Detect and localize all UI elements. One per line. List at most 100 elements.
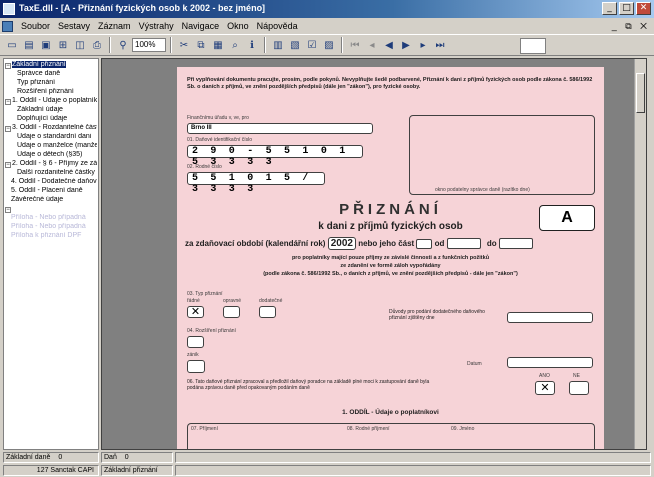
form-icon[interactable]: ▨	[321, 37, 337, 53]
intro-text: Při vyplňování dokumentu pracujte, prosí…	[187, 77, 593, 90]
scrollbar-thumb[interactable]	[636, 73, 645, 113]
save-icon[interactable]: ▣	[38, 37, 54, 53]
navigation-tree[interactable]: − Základní přiznání Správce daně Typ přizná…	[3, 58, 99, 450]
prev-page-icon[interactable]: ◂	[364, 37, 380, 53]
date-field[interactable]	[507, 357, 593, 368]
tax-office-field[interactable]: Brno III	[187, 123, 373, 134]
menu-help[interactable]: Nápověda	[253, 21, 302, 31]
birth-number-field[interactable]: 5 5 1 0 1 5 / 3 3 3 3	[187, 172, 325, 195]
tree-expander-icon[interactable]: −	[5, 126, 11, 132]
status-empty-2	[175, 465, 651, 476]
tree-item[interactable]: Základní údaje	[5, 106, 97, 115]
menu-window[interactable]: Okno	[223, 21, 253, 31]
tree-expander-icon[interactable]: −	[5, 99, 11, 105]
menu-warnings[interactable]: Výstrahy	[135, 21, 178, 31]
period-from-field[interactable]	[446, 238, 481, 250]
zoom-icon[interactable]: ⚲	[115, 37, 131, 53]
status-tax: Daň 0	[101, 452, 173, 463]
tree-item[interactable]: Údaje o standardní dani	[5, 133, 97, 142]
prev-icon[interactable]: ◀	[381, 37, 397, 53]
window-title: TaxE.dll - [A - Přiznání fyzických osob …	[19, 3, 266, 13]
save-as-icon[interactable]: ⊞	[55, 37, 71, 53]
tree-item[interactable]: Příloha k přiznání DPF	[5, 232, 97, 241]
reason-checkbox[interactable]	[187, 336, 204, 348]
birth-surname-col-label: 08. Rodné příjmení	[347, 426, 390, 432]
menu-record[interactable]: Záznam	[94, 21, 135, 31]
calendar-icon[interactable]: ▥	[270, 37, 286, 53]
zbox-label: zánik	[187, 352, 199, 358]
info-icon[interactable]: ℹ	[244, 37, 260, 53]
check-icon[interactable]: ☑	[304, 37, 320, 53]
no-label: NE	[573, 373, 580, 379]
tree-item-label: Závěrečné údaje	[11, 196, 64, 203]
cut-icon[interactable]: ✂	[176, 37, 192, 53]
tree-item[interactable]: − Základní přiznání	[5, 61, 97, 70]
open-icon[interactable]: ▤	[21, 37, 37, 53]
tree-expander-icon[interactable]: −	[5, 207, 11, 213]
section-title: 1. ODDÍL - Údaje o poplatníkovi	[342, 409, 439, 416]
vertical-scrollbar[interactable]	[634, 59, 646, 449]
minimize-button[interactable]: _	[602, 2, 617, 15]
tree-item[interactable]: Typ přiznání	[5, 79, 97, 88]
tree-item[interactable]: −3. Oddíl - Rozdanitelné částky	[5, 124, 97, 133]
menu-navigation[interactable]: Navigace	[178, 21, 224, 31]
type-supplementary-checkbox[interactable]	[259, 306, 276, 318]
tree-item[interactable]: Rozšíření přiznání	[5, 88, 97, 97]
menu-reports[interactable]: Sestavy	[54, 21, 94, 31]
chart-icon[interactable]: ▧	[287, 37, 303, 53]
zoom-select[interactable]: 100%	[132, 38, 166, 52]
find-icon[interactable]: ⌕	[227, 37, 243, 53]
reason-date-field[interactable]	[507, 312, 593, 323]
q06-no-checkbox[interactable]	[569, 381, 589, 395]
period-year-field[interactable]: 2002	[327, 237, 356, 250]
note-line-1: pro poplatníky mající pouze příjmy ze zá…	[291, 255, 490, 261]
tree-item[interactable]: −2. Oddíl - § 6 - Příjmy ze závislé	[5, 160, 97, 169]
type-option-supplementary-label: dodatečné	[259, 298, 283, 304]
tree-item[interactable]: Správce daně	[5, 70, 97, 79]
toolbar: ▭ ▤ ▣ ⊞ ◫ ⎙ ⚲ 100% ✂ ⧉ ▦ ⌕ ℹ ▥ ▧ ☑ ▨ ⏮ ◂…	[0, 34, 654, 56]
tree-item[interactable]: Další rozdanitelné částky	[5, 169, 97, 178]
tree-item[interactable]: 5. Oddíl - Placení daně	[5, 187, 97, 196]
tree-item[interactable]: Doplňující údaje	[5, 115, 97, 124]
dic-field[interactable]: 2 9 0 - 5 5 1 0 1 5 3 3 3 3	[187, 145, 363, 168]
tree-item[interactable]: Příloha - Nebo případná	[5, 223, 97, 232]
tree-item[interactable]: 4. Oddíl - Dodatečné daňové	[5, 178, 97, 187]
period-to-label: do	[486, 239, 497, 248]
tree-item[interactable]: Příloha - Nebo případná	[5, 214, 97, 223]
next-page-icon[interactable]: ▸	[415, 37, 431, 53]
menu-file[interactable]: Soubor	[17, 21, 54, 31]
copy-icon[interactable]: ⧉	[193, 37, 209, 53]
new-icon[interactable]: ▭	[4, 37, 20, 53]
toolbar-separator	[170, 37, 172, 53]
first-icon[interactable]: ⏮	[347, 37, 363, 53]
maximize-button[interactable]: □	[619, 2, 634, 15]
last-icon[interactable]: ⏭	[432, 37, 448, 53]
period-from-label: od	[434, 239, 445, 248]
status-tax-label: Daň	[104, 454, 117, 461]
type-regular-checkbox[interactable]: ✕	[187, 306, 204, 318]
tree-expander-icon[interactable]: −	[5, 162, 11, 168]
paste-icon[interactable]: ▦	[210, 37, 226, 53]
toolbar-page-box[interactable]	[520, 38, 546, 54]
print-preview-icon[interactable]: ◫	[72, 37, 88, 53]
tree-item[interactable]: Údaje o dětech (§35)	[5, 151, 97, 160]
type-corrective-checkbox[interactable]	[223, 306, 240, 318]
type-option-regular-label: řádné	[187, 298, 200, 304]
period-to-field[interactable]	[498, 238, 533, 250]
tree-item[interactable]: −	[5, 205, 97, 214]
tree-expander-icon[interactable]: −	[5, 63, 11, 69]
q06-yes-checkbox[interactable]: ✕	[535, 381, 555, 395]
print-icon[interactable]: ⎙	[89, 37, 105, 53]
period-prefix: za zdaňovací období (kalendářní rok)	[185, 239, 326, 248]
status-tax-base-value: 0	[58, 454, 63, 461]
next-icon[interactable]: ▶	[398, 37, 414, 53]
period-part-field[interactable]	[416, 238, 433, 249]
status-empty	[175, 452, 651, 463]
close-button[interactable]: ✕	[636, 2, 651, 15]
tree-item[interactable]: −1. Oddíl - Údaje o poplatníkovi	[5, 97, 97, 106]
mdi-window-controls[interactable]: _ ⧉ ✕	[612, 21, 650, 32]
zbox-checkbox[interactable]	[187, 360, 205, 373]
tree-item[interactable]: Údaje o manželce (manželovi)	[5, 142, 97, 151]
tree-item[interactable]: Závěrečné údaje	[5, 196, 97, 205]
tree-item-label: Rozšíření přiznání	[17, 88, 74, 95]
